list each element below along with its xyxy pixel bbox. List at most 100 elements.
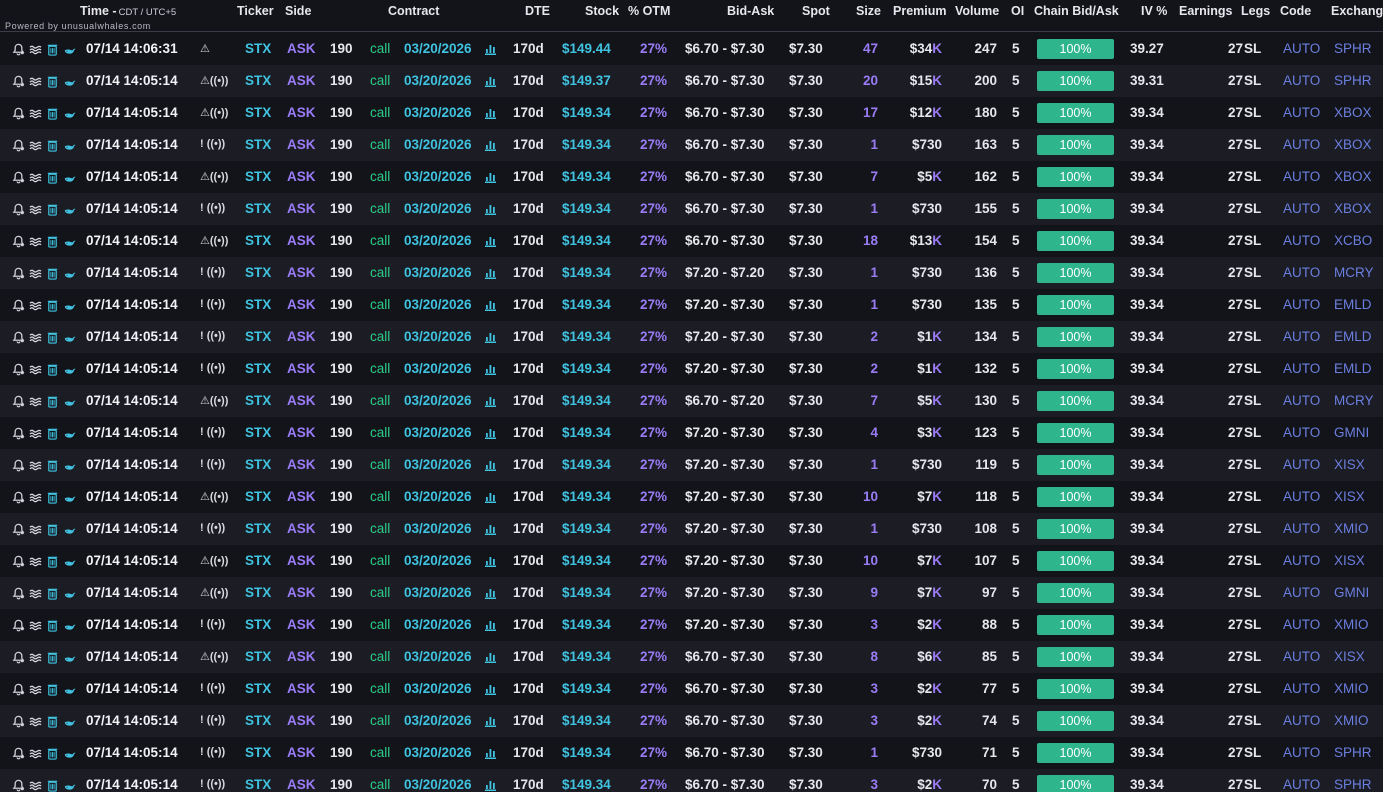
bell-icon[interactable] (11, 426, 25, 440)
bell-icon[interactable] (11, 586, 25, 600)
header-earnings[interactable]: Earnings (1179, 4, 1233, 18)
waves-icon[interactable] (28, 330, 42, 344)
table-row[interactable]: 07/14 14:05:14 ⚠((•)) STX ASK 190 call 0… (0, 481, 1383, 513)
whale-icon[interactable] (62, 394, 76, 408)
table-row[interactable]: 07/14 14:05:14 ⚠((•)) STX ASK 190 call 0… (0, 641, 1383, 673)
bell-icon[interactable] (11, 74, 25, 88)
waves-icon[interactable] (28, 362, 42, 376)
header-time[interactable]: Time - CDT / UTC+5 (80, 4, 176, 18)
bell-icon[interactable] (11, 266, 25, 280)
whale-icon[interactable] (62, 490, 76, 504)
table-row[interactable]: 07/14 14:05:14 ! ((•)) STX ASK 190 call … (0, 673, 1383, 705)
header-bid-ask[interactable]: Bid-Ask (727, 4, 774, 18)
chart-bars-icon[interactable] (485, 491, 496, 506)
table-row[interactable]: 07/14 14:05:14 ! ((•)) STX ASK 190 call … (0, 353, 1383, 385)
whale-icon[interactable] (62, 106, 76, 120)
trash-icon[interactable] (45, 298, 59, 312)
chart-bars-icon[interactable] (485, 427, 496, 442)
waves-icon[interactable] (28, 170, 42, 184)
waves-icon[interactable] (28, 42, 42, 56)
chart-bars-icon[interactable] (485, 395, 496, 410)
bell-icon[interactable] (11, 362, 25, 376)
table-row[interactable]: 07/14 14:05:14 ⚠((•)) STX ASK 190 call 0… (0, 225, 1383, 257)
whale-icon[interactable] (62, 682, 76, 696)
table-row[interactable]: 07/14 14:05:14 ! ((•)) STX ASK 190 call … (0, 737, 1383, 769)
whale-icon[interactable] (62, 362, 76, 376)
ticker-link[interactable]: STX (245, 41, 271, 56)
expiry-link[interactable]: 03/20/2026 (404, 585, 472, 600)
trash-icon[interactable] (45, 266, 59, 280)
expiry-link[interactable]: 03/20/2026 (404, 265, 472, 280)
ticker-link[interactable]: STX (245, 73, 271, 88)
header-ticker[interactable]: Ticker (237, 4, 274, 18)
table-row[interactable]: 07/14 14:05:14 ⚠((•)) STX ASK 190 call 0… (0, 545, 1383, 577)
table-row[interactable]: 07/14 14:05:14 ! ((•)) STX ASK 190 call … (0, 609, 1383, 641)
ticker-link[interactable]: STX (245, 521, 271, 536)
bell-icon[interactable] (11, 42, 25, 56)
ticker-link[interactable]: STX (245, 553, 271, 568)
chart-bars-icon[interactable] (485, 651, 496, 666)
chart-bars-icon[interactable] (485, 587, 496, 602)
header-chain-bid-ask[interactable]: Chain Bid/Ask (1034, 4, 1119, 18)
expiry-link[interactable]: 03/20/2026 (404, 745, 472, 760)
chart-bars-icon[interactable] (485, 619, 496, 634)
chart-bars-icon[interactable] (485, 75, 496, 90)
bell-icon[interactable] (11, 394, 25, 408)
expiry-link[interactable]: 03/20/2026 (404, 41, 472, 56)
ticker-link[interactable]: STX (245, 297, 271, 312)
waves-icon[interactable] (28, 682, 42, 696)
trash-icon[interactable] (45, 714, 59, 728)
ticker-link[interactable]: STX (245, 681, 271, 696)
header-exchange[interactable]: Exchang (1331, 4, 1383, 18)
trash-icon[interactable] (45, 522, 59, 536)
whale-icon[interactable] (62, 522, 76, 536)
table-row[interactable]: 07/14 14:05:14 ! ((•)) STX ASK 190 call … (0, 257, 1383, 289)
expiry-link[interactable]: 03/20/2026 (404, 617, 472, 632)
header-code[interactable]: Code (1280, 4, 1311, 18)
whale-icon[interactable] (62, 234, 76, 248)
waves-icon[interactable] (28, 266, 42, 280)
table-row[interactable]: 07/14 14:05:14 ! ((•)) STX ASK 190 call … (0, 321, 1383, 353)
waves-icon[interactable] (28, 138, 42, 152)
ticker-link[interactable]: STX (245, 329, 271, 344)
whale-icon[interactable] (62, 330, 76, 344)
bell-icon[interactable] (11, 682, 25, 696)
trash-icon[interactable] (45, 394, 59, 408)
header-otm[interactable]: % OTM (628, 4, 670, 18)
trash-icon[interactable] (45, 650, 59, 664)
whale-icon[interactable] (62, 266, 76, 280)
waves-icon[interactable] (28, 202, 42, 216)
expiry-link[interactable]: 03/20/2026 (404, 137, 472, 152)
trash-icon[interactable] (45, 330, 59, 344)
chart-bars-icon[interactable] (485, 171, 496, 186)
waves-icon[interactable] (28, 490, 42, 504)
trash-icon[interactable] (45, 778, 59, 792)
whale-icon[interactable] (62, 458, 76, 472)
expiry-link[interactable]: 03/20/2026 (404, 489, 472, 504)
waves-icon[interactable] (28, 74, 42, 88)
expiry-link[interactable]: 03/20/2026 (404, 777, 472, 792)
waves-icon[interactable] (28, 618, 42, 632)
table-row[interactable]: 07/14 14:05:14 ⚠((•)) STX ASK 190 call 0… (0, 577, 1383, 609)
whale-icon[interactable] (62, 426, 76, 440)
ticker-link[interactable]: STX (245, 137, 271, 152)
expiry-link[interactable]: 03/20/2026 (404, 681, 472, 696)
chart-bars-icon[interactable] (485, 555, 496, 570)
bell-icon[interactable] (11, 522, 25, 536)
ticker-link[interactable]: STX (245, 169, 271, 184)
ticker-link[interactable]: STX (245, 713, 271, 728)
bell-icon[interactable] (11, 170, 25, 184)
waves-icon[interactable] (28, 586, 42, 600)
whale-icon[interactable] (62, 778, 76, 792)
waves-icon[interactable] (28, 746, 42, 760)
waves-icon[interactable] (28, 554, 42, 568)
bell-icon[interactable] (11, 714, 25, 728)
expiry-link[interactable]: 03/20/2026 (404, 73, 472, 88)
chart-bars-icon[interactable] (485, 235, 496, 250)
whale-icon[interactable] (62, 618, 76, 632)
chart-bars-icon[interactable] (485, 43, 496, 58)
header-oi[interactable]: OI (1011, 4, 1024, 18)
bell-icon[interactable] (11, 746, 25, 760)
waves-icon[interactable] (28, 778, 42, 792)
table-row[interactable]: 07/14 14:05:14 ! ((•)) STX ASK 190 call … (0, 449, 1383, 481)
